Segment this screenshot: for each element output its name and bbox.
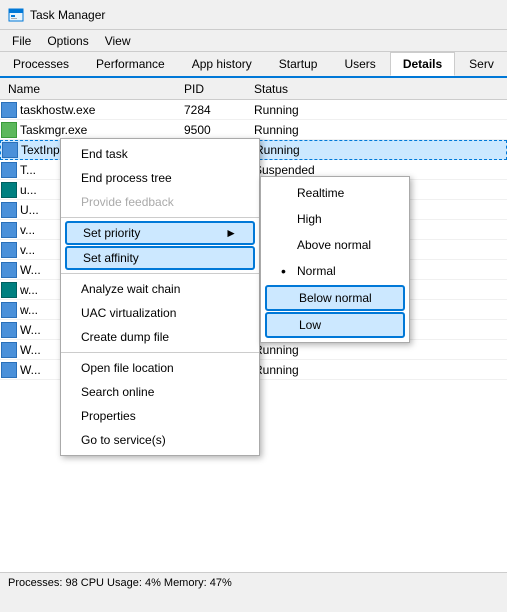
tab-performance[interactable]: Performance xyxy=(83,52,178,76)
tab-details[interactable]: Details xyxy=(390,52,455,76)
menu-file[interactable]: File xyxy=(4,32,39,50)
ctx-end-task[interactable]: End task xyxy=(61,142,259,166)
row-status: Suspended xyxy=(250,163,370,177)
submenu-realtime[interactable]: Realtime xyxy=(261,180,409,206)
submenu-high[interactable]: High xyxy=(261,206,409,232)
row-icon xyxy=(0,162,20,178)
ctx-uac-virtualization[interactable]: UAC virtualization xyxy=(61,301,259,325)
app-icon xyxy=(8,7,24,23)
row-status: Running xyxy=(250,343,370,357)
tab-startup[interactable]: Startup xyxy=(266,52,331,76)
row-status: Running xyxy=(251,143,371,157)
row-icon xyxy=(0,242,20,258)
row-name: taskhostw.exe xyxy=(20,103,180,117)
ctx-set-affinity[interactable]: Set affinity xyxy=(65,246,255,270)
submenu-low[interactable]: Low xyxy=(265,312,405,338)
row-name: Taskmgr.exe xyxy=(20,123,180,137)
bullet-above-normal xyxy=(281,237,297,253)
ctx-separator-2 xyxy=(61,273,259,274)
submenu-normal[interactable]: • Normal xyxy=(261,258,409,284)
priority-submenu: Realtime High Above normal • Normal Belo… xyxy=(260,176,410,343)
ctx-properties[interactable]: Properties xyxy=(61,404,259,428)
tab-bar: Processes Performance App history Startu… xyxy=(0,52,507,78)
submenu-below-normal[interactable]: Below normal xyxy=(265,285,405,311)
row-icon xyxy=(0,122,20,138)
title-bar-text: Task Manager xyxy=(30,8,105,22)
table-header: Name PID Status xyxy=(0,78,507,100)
ctx-create-dump-file[interactable]: Create dump file xyxy=(61,325,259,349)
row-status: Running xyxy=(250,103,370,117)
ctx-go-to-services[interactable]: Go to service(s) xyxy=(61,428,259,452)
row-status: Running xyxy=(250,123,370,137)
ctx-end-process-tree[interactable]: End process tree xyxy=(61,166,259,190)
header-pid[interactable]: PID xyxy=(180,82,250,96)
menu-options[interactable]: Options xyxy=(39,32,96,50)
row-pid: 9500 xyxy=(180,123,250,137)
row-icon xyxy=(0,102,20,118)
header-status[interactable]: Status xyxy=(250,82,370,96)
row-icon xyxy=(0,362,20,378)
bullet-high xyxy=(281,211,297,227)
bullet-realtime xyxy=(281,185,297,201)
bullet-normal: • xyxy=(281,263,297,279)
ctx-search-online[interactable]: Search online xyxy=(61,380,259,404)
ctx-set-priority[interactable]: Set priority ► xyxy=(65,221,255,245)
status-bar: Processes: 98 CPU Usage: 4% Memory: 47% xyxy=(0,572,507,592)
row-icon xyxy=(0,222,20,238)
row-status: Running xyxy=(250,363,370,377)
row-icon xyxy=(1,142,21,158)
ctx-separator-1 xyxy=(61,217,259,218)
ctx-provide-feedback: Provide feedback xyxy=(61,190,259,214)
tab-processes[interactable]: Processes xyxy=(0,52,82,76)
row-icon xyxy=(0,322,20,338)
bullet-below-normal xyxy=(283,290,299,306)
table-row[interactable]: taskhostw.exe 7284 Running xyxy=(0,100,507,120)
context-menu: End task End process tree Provide feedba… xyxy=(60,138,260,456)
tab-app-history[interactable]: App history xyxy=(179,52,265,76)
header-name[interactable]: Name xyxy=(0,82,180,96)
row-icon xyxy=(0,202,20,218)
title-bar: Task Manager xyxy=(0,0,507,30)
main-content: Name PID Status taskhostw.exe 7284 Runni… xyxy=(0,78,507,592)
menu-bar: File Options View xyxy=(0,30,507,52)
status-text: Processes: 98 CPU Usage: 4% Memory: 47% xyxy=(8,577,232,589)
row-icon xyxy=(0,182,20,198)
tab-users[interactable]: Users xyxy=(331,52,388,76)
ctx-open-file-location[interactable]: Open file location xyxy=(61,356,259,380)
row-pid: 7284 xyxy=(180,103,250,117)
table-row[interactable]: Taskmgr.exe 9500 Running xyxy=(0,120,507,140)
ctx-separator-3 xyxy=(61,352,259,353)
row-icon xyxy=(0,262,20,278)
tab-services[interactable]: Serv xyxy=(456,52,507,76)
row-icon xyxy=(0,342,20,358)
submenu-arrow-icon: ► xyxy=(225,226,237,240)
ctx-analyze-wait-chain[interactable]: Analyze wait chain xyxy=(61,277,259,301)
menu-view[interactable]: View xyxy=(97,32,139,50)
row-icon xyxy=(0,282,20,298)
row-icon xyxy=(0,302,20,318)
bullet-low xyxy=(283,317,299,333)
submenu-above-normal[interactable]: Above normal xyxy=(261,232,409,258)
